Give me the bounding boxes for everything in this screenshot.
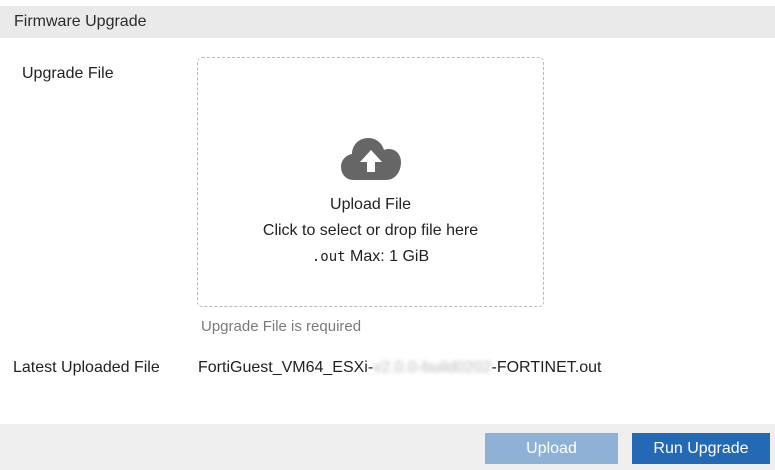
upload-button[interactable]: Upload — [485, 433, 618, 464]
upgrade-file-label: Upgrade File — [22, 65, 114, 82]
dropzone-hint: Click to select or drop file here — [262, 222, 479, 239]
latest-uploaded-file-label: Latest Uploaded File — [13, 359, 160, 376]
file-dropzone[interactable]: Upload File Click to select or drop file… — [197, 57, 544, 307]
file-name-suffix: -FORTINET.out — [491, 359, 602, 376]
required-error-message: Upgrade File is required — [201, 318, 362, 335]
file-name-prefix: FortiGuest_VM64_ESXi- — [198, 359, 374, 376]
file-name-redacted: v2.0.0-build0202 — [373, 359, 492, 376]
dialog-title: Firmware Upgrade — [14, 13, 147, 30]
max-size: Max: 1 GiB — [350, 248, 430, 265]
latest-uploaded-file-name: FortiGuest_VM64_ESXi-v2.0.0-build0202-FO… — [198, 359, 601, 377]
file-extension: .out — [311, 249, 346, 265]
dropzone-title: Upload File — [330, 196, 411, 213]
dropzone-limit: .out Max: 1 GiB — [198, 248, 543, 266]
run-upgrade-button[interactable]: Run Upgrade — [632, 433, 770, 464]
cloud-upload-icon — [341, 138, 401, 180]
dialog-header: Firmware Upgrade — [0, 6, 775, 38]
